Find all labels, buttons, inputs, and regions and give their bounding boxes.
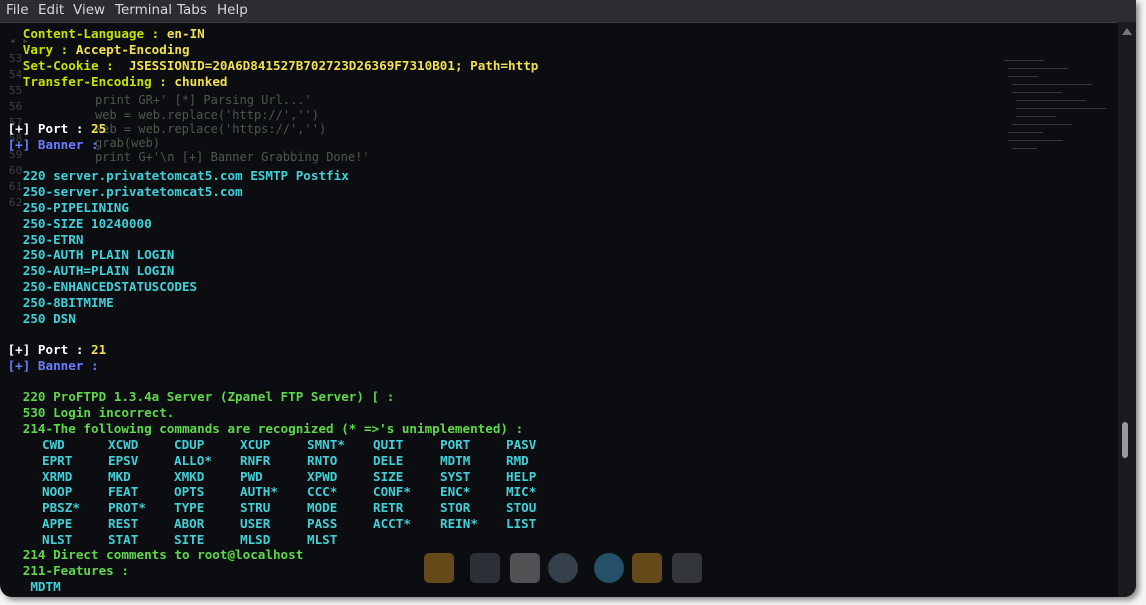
- ftp-command: RNTO: [307, 452, 338, 468]
- menu-tabs[interactable]: Tabs: [177, 2, 207, 18]
- smtp-banner-line: 250-ENHANCEDSTATUSCODES: [22, 279, 198, 294]
- smtp-banner-line: 220 server.privatetomcat5.com ESMTP Post…: [22, 168, 349, 183]
- ftp-command: SIZE: [373, 468, 404, 484]
- ftp-command: STRU: [240, 500, 271, 516]
- menu-bar: File Edit View Terminal Tabs Help: [0, 0, 1136, 23]
- http-header-line: Transfer-Encoding : chunked: [22, 74, 228, 89]
- smtp-banner-line: 250 DSN: [22, 311, 76, 326]
- ftp-command: SITE: [174, 531, 205, 547]
- monitor-icon: [470, 553, 500, 583]
- ftp-command: ENC*: [440, 484, 471, 500]
- smtp-banner-line: 250-server.privatetomcat5.com: [22, 184, 243, 199]
- ftp-command: SYST: [440, 468, 471, 484]
- ftp-command: REIN*: [440, 516, 478, 531]
- http-header-line: Vary : Accept-Encoding: [22, 42, 190, 57]
- magnifier-icon: [594, 553, 624, 583]
- ftp-command: LIST: [506, 516, 537, 531]
- banner-label: [+] Banner :: [7, 137, 99, 152]
- ftp-command: HELP: [506, 468, 537, 484]
- ftp-command: PORT: [440, 437, 471, 452]
- ftp-command: REST: [108, 516, 139, 531]
- smtp-banner-line: 250-AUTH=PLAIN LOGIN: [22, 263, 175, 278]
- ftp-command: CONF*: [373, 484, 411, 500]
- menu-help[interactable]: Help: [217, 2, 248, 18]
- ftp-command: STAT: [108, 531, 139, 547]
- help-icon: [672, 553, 702, 583]
- ftp-command: PASS: [307, 516, 338, 531]
- ftp-command: XCUP: [240, 437, 271, 452]
- ftp-command: MIC*: [506, 484, 537, 500]
- background-dock: [422, 550, 712, 588]
- ftp-command: PBSZ*: [42, 500, 80, 516]
- ftp-command: QUIT: [373, 437, 404, 452]
- terminal-output[interactable]: ◂ ▸ 53 54 55 56 57 58 59 60 61 62 print …: [0, 22, 1118, 597]
- ftp-command: ACCT*: [373, 516, 411, 531]
- ftp-banner-line: MDTM: [30, 579, 61, 594]
- menu-file[interactable]: File: [6, 2, 29, 18]
- terminal-window: File Edit View Terminal Tabs Help ◂ ▸ 53…: [0, 0, 1136, 597]
- ftp-command: DELE: [373, 452, 404, 468]
- document-icon: [510, 553, 540, 583]
- scroll-up-arrow-icon[interactable]: [1122, 28, 1132, 35]
- folder-icon: [424, 553, 454, 583]
- menu-terminal[interactable]: Terminal: [115, 2, 172, 18]
- ftp-command: CCC*: [307, 484, 338, 500]
- ftp-command: CDUP: [174, 437, 205, 452]
- ftp-command: MLST: [307, 531, 338, 547]
- banner-label: [+] Banner :: [7, 358, 99, 373]
- ftp-banner-line: 214 Direct comments to root@localhost: [22, 547, 304, 562]
- ftp-command: PWD: [240, 468, 263, 484]
- ftp-command: OPTS: [174, 484, 205, 500]
- ftp-command: RNFR: [240, 452, 271, 468]
- ftp-command: MLSD: [240, 531, 271, 547]
- ftp-command: STOU: [506, 500, 537, 516]
- ftp-command: PROT*: [108, 500, 146, 516]
- folder-icon: [632, 553, 662, 583]
- ftp-command: XMKD: [174, 468, 205, 484]
- browser-icon: [548, 553, 578, 583]
- smtp-banner-line: 250-SIZE 10240000: [22, 216, 152, 231]
- ftp-command: XCWD: [108, 437, 139, 452]
- smtp-banner-line: 250-PIPELINING: [22, 200, 129, 215]
- ftp-command: FEAT: [108, 484, 139, 500]
- ftp-command: MDTM: [440, 452, 471, 468]
- ftp-command: ALLO*: [174, 452, 212, 468]
- background-editor-ghost: ◂ ▸ 53 54 55 56 57 58 59 60 61 62 print …: [0, 22, 1118, 597]
- ftp-command: STOR: [440, 500, 471, 516]
- ftp-command: RETR: [373, 500, 404, 516]
- ftp-command: EPSV: [108, 452, 139, 468]
- scrollbar-thumb[interactable]: [1122, 422, 1128, 458]
- ftp-command: NLST: [42, 531, 73, 547]
- smtp-banner-line: 250-AUTH PLAIN LOGIN: [22, 247, 175, 262]
- ftp-banner-line: 220 ProFTPD 1.3.4a Server (Zpanel FTP Se…: [22, 389, 395, 404]
- ftp-command: PASV: [506, 437, 537, 452]
- ftp-command: MKD: [108, 468, 131, 484]
- ftp-command: ABOR: [174, 516, 205, 531]
- ftp-banner-line: 214-The following commands are recognize…: [22, 421, 524, 436]
- menu-edit[interactable]: Edit: [38, 2, 64, 18]
- http-header-line: Set-Cookie : JSESSIONID=20A6D841527B7027…: [22, 58, 539, 73]
- ftp-banner-line: 211-Features :: [22, 563, 129, 578]
- ftp-command: USER: [240, 516, 271, 531]
- smtp-banner-line: 250-ETRN: [22, 232, 84, 247]
- ftp-command: MODE: [307, 500, 338, 516]
- editor-minimap: [1000, 50, 1118, 180]
- http-header-line: Content-Language : en-IN: [22, 26, 205, 41]
- ftp-command: RMD: [506, 452, 529, 468]
- ftp-command: TYPE: [174, 500, 205, 516]
- ftp-command: CWD: [42, 437, 65, 452]
- ftp-command: XPWD: [307, 468, 338, 484]
- port-line: [+] Port : 25: [7, 121, 107, 136]
- ftp-banner-line: 530 Login incorrect.: [22, 405, 175, 420]
- ftp-command: APPE: [42, 516, 73, 531]
- ftp-command: NOOP: [42, 484, 73, 500]
- menu-view[interactable]: View: [73, 2, 105, 18]
- ftp-command: XRMD: [42, 468, 73, 484]
- smtp-banner-line: 250-8BITMIME: [22, 295, 114, 310]
- ftp-command: SMNT*: [307, 437, 345, 452]
- terminal-scrollbar[interactable]: [1118, 22, 1136, 597]
- ftp-command: EPRT: [42, 452, 73, 468]
- port-line: [+] Port : 21: [7, 342, 107, 357]
- ftp-command: AUTH*: [240, 484, 278, 500]
